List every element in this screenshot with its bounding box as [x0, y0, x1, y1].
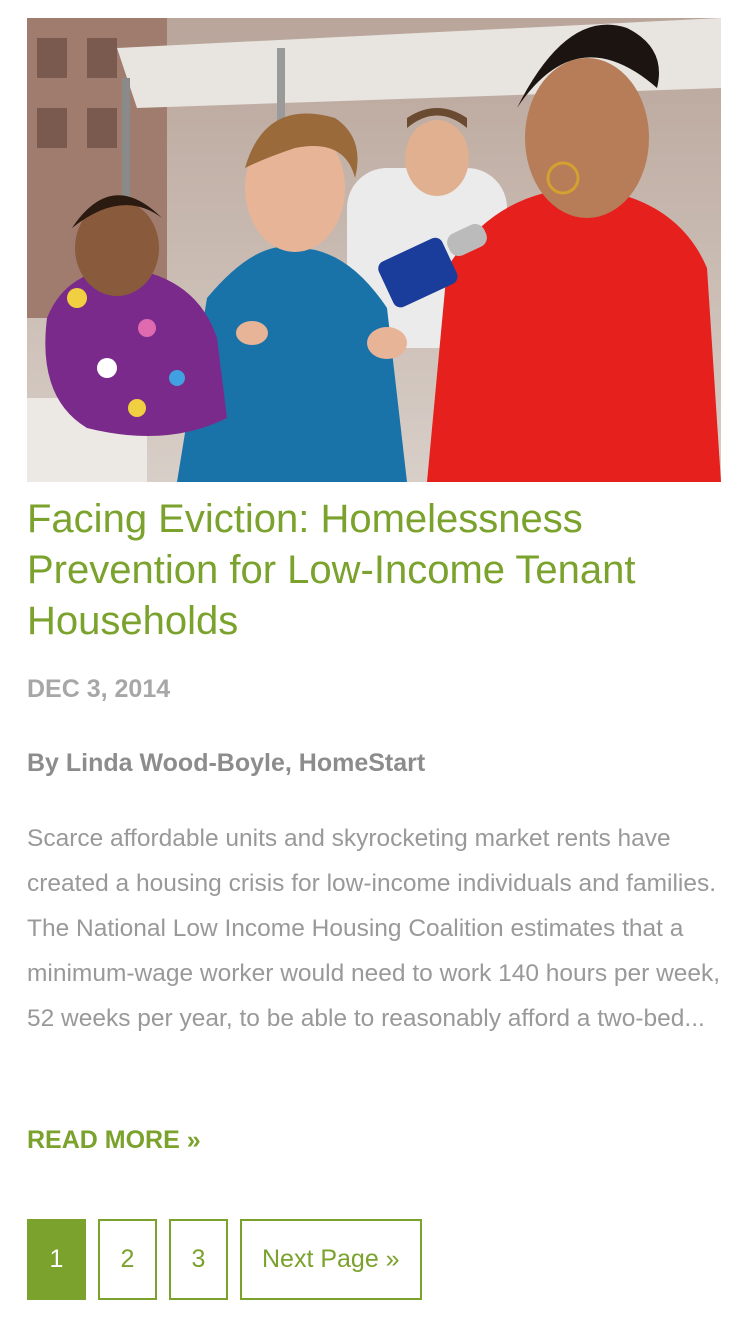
next-page-button[interactable]: Next Page »: [240, 1219, 422, 1300]
post-byline: By Linda Wood-Boyle, HomeStart: [27, 749, 426, 777]
post-title-link[interactable]: Facing Eviction: Homelessness Prevention…: [27, 494, 727, 647]
read-more-link[interactable]: READ MORE »: [27, 1124, 201, 1156]
post-featured-image[interactable]: [27, 18, 721, 482]
featured-photo: [27, 18, 721, 482]
pagination: 1 2 3 Next Page »: [27, 1219, 422, 1300]
post-date: DEC 3, 2014: [27, 675, 171, 703]
page-button-3[interactable]: 3: [169, 1219, 228, 1300]
page-button-2[interactable]: 2: [98, 1219, 157, 1300]
post-excerpt: Scarce affordable units and skyrocketing…: [27, 825, 721, 1032]
page-button-1[interactable]: 1: [27, 1219, 86, 1300]
